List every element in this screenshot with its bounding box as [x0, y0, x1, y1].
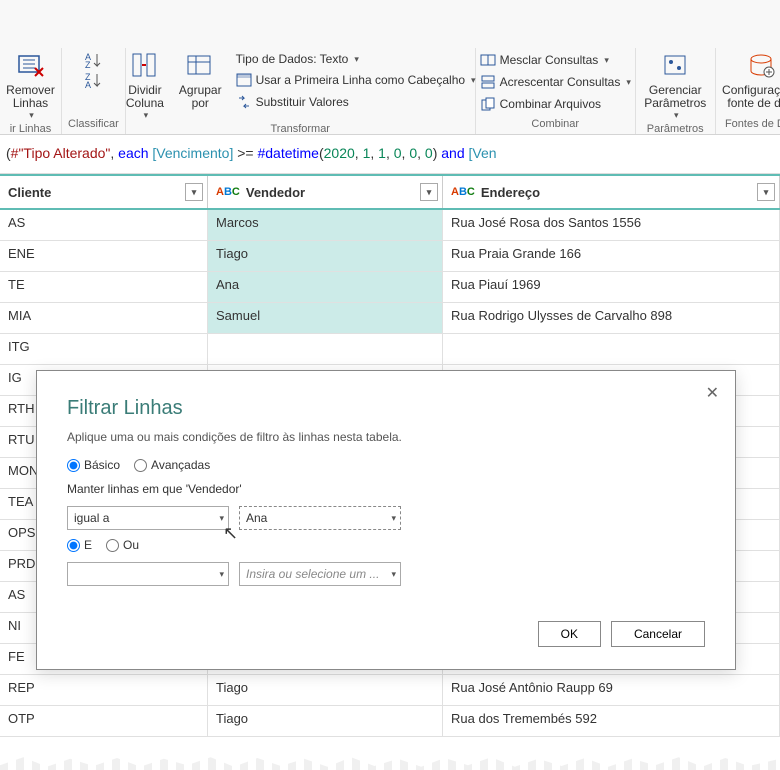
primeira-linha-button[interactable]: Usar a Primeira Linha como Cabeçalho	[232, 70, 480, 90]
dialog-actions: OK Cancelar	[538, 621, 705, 647]
combine-files-icon	[480, 96, 496, 112]
remover-linhas-button[interactable]: Remover Linhas	[2, 48, 59, 123]
agrupar-por-button[interactable]: Agrupar por	[175, 48, 226, 112]
table-row[interactable]: REPTiagoRua José Antônio Raupp 69	[0, 675, 780, 706]
column-header-cliente[interactable]: Cliente	[0, 176, 208, 208]
cancel-button[interactable]: Cancelar	[611, 621, 705, 647]
acrescentar-consultas-button[interactable]: Acrescentar Consultas	[476, 72, 635, 92]
cell-endereco: Rua Piauí 1969	[443, 272, 780, 302]
text-type-icon: ABC	[451, 186, 475, 199]
dividir-coluna-button[interactable]: Dividir Coluna	[121, 48, 169, 123]
filter-rows-dialog: ✕ Filtrar Linhas Aplique uma ou mais con…	[36, 370, 736, 670]
split-column-icon	[129, 50, 161, 82]
substituir-valores-button[interactable]: Substituir Valores	[232, 92, 480, 112]
value-select[interactable]: Ana▾	[239, 506, 401, 530]
cell-vendedor: Tiago	[208, 706, 443, 736]
column-header-vendedor[interactable]: ABC Vendedor	[208, 176, 443, 208]
cell-cliente: ENE	[0, 241, 208, 271]
cell-vendedor: Marcos	[208, 210, 443, 240]
value-select-2[interactable]: Insira ou selecione um ...▾	[239, 562, 401, 586]
cell-vendedor: Ana	[208, 272, 443, 302]
cell-endereco: Rua José Rosa dos Santos 1556	[443, 210, 780, 240]
cell-vendedor: Tiago	[208, 241, 443, 271]
cell-cliente: REP	[0, 675, 208, 705]
keep-rows-label: Manter linhas em que 'Vendedor'	[67, 482, 705, 496]
formula-bar[interactable]: (#"Tipo Alterado", each [Vencimento] >= …	[0, 135, 780, 174]
header-row-icon	[236, 72, 252, 88]
table-row[interactable]: TEAnaRua Piauí 1969	[0, 272, 780, 303]
data-source-icon	[745, 50, 777, 82]
gerenciar-parametros-button[interactable]: Gerenciar Parâmetros	[640, 48, 710, 123]
svg-text:Z: Z	[85, 60, 91, 70]
sort-buttons[interactable]: AZZA	[69, 48, 117, 94]
filter-button[interactable]	[757, 183, 775, 201]
replace-icon	[236, 94, 252, 110]
svg-text:A: A	[85, 80, 91, 90]
table-remove-icon	[15, 50, 47, 82]
operator-select-2[interactable]: ▾	[67, 562, 229, 586]
cell-endereco: Rua dos Tremembés 592	[443, 706, 780, 736]
ribbon-toolbar: Remover Linhas ir Linhas AZZA Classifica…	[0, 0, 780, 135]
dialog-title: Filtrar Linhas	[67, 397, 705, 420]
cell-endereco: Rua Praia Grande 166	[443, 241, 780, 271]
table-row[interactable]: MIASamuelRua Rodrigo Ulysses de Carvalho…	[0, 303, 780, 334]
cell-endereco: Rua Rodrigo Ulysses de Carvalho 898	[443, 303, 780, 333]
cell-endereco: Rua José Antônio Raupp 69	[443, 675, 780, 705]
radio-basic[interactable]: Básico	[67, 458, 120, 472]
cell-endereco	[443, 334, 780, 364]
cell-cliente: ITG	[0, 334, 208, 364]
cell-cliente: TE	[0, 272, 208, 302]
text-type-icon: ABC	[216, 186, 240, 199]
radio-advanced[interactable]: Avançadas	[134, 458, 210, 472]
table-header: Cliente ABC Vendedor ABC Endereço	[0, 174, 780, 210]
group-by-icon	[184, 50, 216, 82]
cell-vendedor: Samuel	[208, 303, 443, 333]
cell-cliente: AS	[0, 210, 208, 240]
column-header-endereco[interactable]: ABC Endereço	[443, 176, 780, 208]
merge-icon	[480, 52, 496, 68]
mode-radio-group: Básico Avançadas	[67, 458, 705, 472]
cell-cliente: OTP	[0, 706, 208, 736]
close-icon[interactable]: ✕	[706, 383, 719, 403]
cell-vendedor	[208, 334, 443, 364]
filter-button[interactable]	[185, 183, 203, 201]
torn-edge-decoration	[0, 754, 780, 770]
condition-row-1: igual a▾ Ana▾	[67, 506, 705, 530]
radio-and[interactable]: E	[67, 538, 92, 552]
table-row[interactable]: ENETiagoRua Praia Grande 166	[0, 241, 780, 272]
combinar-arquivos-button[interactable]: Combinar Arquivos	[476, 94, 635, 114]
config-fonte-button[interactable]: Configurações fonte de dad	[718, 48, 780, 112]
cell-cliente: MIA	[0, 303, 208, 333]
parameters-icon	[659, 50, 691, 82]
cell-vendedor: Tiago	[208, 675, 443, 705]
condition-row-2: ▾ Insira ou selecione um ...▾	[67, 562, 705, 586]
operator-select[interactable]: igual a▾	[67, 506, 229, 530]
logic-radio-group: E Ou	[67, 538, 705, 552]
append-icon	[480, 74, 496, 90]
radio-or[interactable]: Ou	[106, 538, 139, 552]
tipo-dados-button[interactable]: Tipo de Dados: Texto	[232, 50, 480, 68]
table-row[interactable]: ITG	[0, 334, 780, 365]
mesclar-consultas-button[interactable]: Mesclar Consultas	[476, 50, 635, 70]
ok-button[interactable]: OK	[538, 621, 601, 647]
table-row[interactable]: ASMarcosRua José Rosa dos Santos 1556	[0, 210, 780, 241]
dialog-subtitle: Aplique uma ou mais condições de filtro …	[67, 430, 705, 444]
table-row[interactable]: OTPTiagoRua dos Tremembés 592	[0, 706, 780, 737]
filter-button[interactable]	[420, 183, 438, 201]
sort-az-icon: AZZA	[83, 50, 103, 90]
